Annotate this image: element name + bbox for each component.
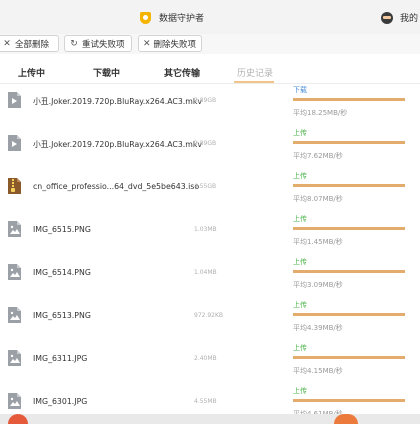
transfer-direction: 上传 — [293, 344, 307, 352]
progress-fill — [293, 356, 405, 359]
transfer-direction: 上传 — [293, 215, 307, 223]
retry-failed-button[interactable]: ↻ 重试失败项 — [64, 35, 132, 52]
active-tab-indicator — [234, 81, 274, 83]
guardian-label: 数据守护者 — [159, 14, 205, 24]
toolbar: ✕ 全部删除 ↻ 重试失败项 ✕ 删除失败项 — [0, 34, 420, 54]
retry-failed-label: 重试失败项 — [82, 39, 125, 50]
avatar-icon — [381, 11, 393, 24]
video-file-icon — [8, 92, 21, 108]
decor-shape — [334, 414, 358, 424]
progress-bar — [293, 227, 405, 230]
file-size: 2.40MB — [194, 355, 217, 362]
progress-bar — [293, 98, 405, 101]
delete-failed-label: 删除失败项 — [153, 39, 197, 50]
progress-fill — [293, 313, 405, 316]
data-guardian-button[interactable]: 数据守护者 — [140, 11, 204, 24]
decor-shape — [8, 414, 28, 424]
file-name: 小丑.Joker.2019.720p.BluRay.x264.AC3.mkv — [33, 97, 203, 106]
title-bar: 数据守护者 我的 — [0, 0, 420, 34]
table-row[interactable]: IMG_6311.JPG 2.40MB 上传平均4.15MB/秒 — [0, 342, 420, 385]
average-speed: 平均18.25MB/秒 — [293, 109, 348, 117]
file-size: 1.04MB — [194, 269, 217, 276]
average-speed: 平均4.15MB/秒 — [293, 367, 343, 375]
file-name: 小丑.Joker.2019.720p.BluRay.x264.AC3.mkv — [33, 140, 203, 149]
tab-uploading[interactable]: 上传中 — [18, 66, 45, 79]
average-speed: 平均4.39MB/秒 — [293, 324, 343, 332]
table-row[interactable]: 小丑.Joker.2019.720p.BluRay.x264.AC3.mkv 2.… — [0, 127, 420, 170]
transfer-direction: 上传 — [293, 301, 307, 309]
transfer-direction: 上传 — [293, 129, 307, 137]
progress-fill — [293, 399, 405, 402]
progress-bar — [293, 356, 405, 359]
file-size: 1.03MB — [194, 226, 217, 233]
file-name: IMG_6515.PNG — [33, 225, 91, 234]
progress-bar — [293, 270, 405, 273]
user-menu[interactable]: 我的 — [381, 11, 418, 24]
archive-file-icon — [8, 178, 21, 194]
progress-fill — [293, 270, 405, 273]
average-speed: 平均3.09MB/秒 — [293, 281, 343, 289]
file-name: IMG_6301.JPG — [33, 397, 88, 406]
average-speed: 平均1.45MB/秒 — [293, 238, 343, 246]
delete-all-button[interactable]: ✕ 全部删除 — [0, 35, 59, 52]
tab-other-transfers[interactable]: 其它传输 — [164, 66, 200, 79]
file-size: 972.92KB — [194, 312, 224, 319]
image-file-icon — [8, 393, 21, 409]
transfer-direction: 上传 — [293, 258, 307, 266]
file-size: 4.55MB — [194, 398, 217, 405]
progress-fill — [293, 227, 405, 230]
image-file-icon — [8, 350, 21, 366]
table-row[interactable]: 小丑.Joker.2019.720p.BluRay.x264.AC3.mkv 2.… — [0, 84, 420, 127]
table-row[interactable]: IMG_6515.PNG 1.03MB 上传平均1.45MB/秒 — [0, 213, 420, 256]
average-speed: 平均7.62MB/秒 — [293, 152, 343, 160]
file-name: IMG_6514.PNG — [33, 268, 91, 277]
close-icon: ✕ — [3, 38, 11, 49]
progress-bar — [293, 141, 405, 144]
progress-fill — [293, 141, 405, 144]
close-icon: ✕ — [143, 38, 151, 49]
file-size: 4.55GB — [194, 183, 217, 190]
transfer-direction: 上传 — [293, 387, 307, 395]
shield-icon — [140, 11, 151, 24]
file-size: 2.89GB — [194, 140, 217, 147]
transfer-direction: 下载 — [293, 86, 307, 94]
file-name: IMG_6311.JPG — [33, 354, 88, 363]
file-list: 小丑.Joker.2019.720p.BluRay.x264.AC3.mkv 2.… — [0, 84, 420, 424]
progress-fill — [293, 184, 405, 187]
file-name: IMG_6513.PNG — [33, 311, 91, 320]
progress-bar — [293, 399, 405, 402]
refresh-icon: ↻ — [70, 38, 78, 49]
image-file-icon — [8, 264, 21, 280]
average-speed: 平均8.07MB/秒 — [293, 195, 343, 203]
progress-bar — [293, 313, 405, 316]
transfer-tabs: 上传中 下载中 其它传输 历史记录 — [0, 62, 420, 84]
user-label: 我的 — [400, 14, 419, 24]
progress-fill — [293, 98, 405, 101]
tab-history[interactable]: 历史记录 — [237, 66, 273, 79]
transfer-direction: 上传 — [293, 172, 307, 180]
image-file-icon — [8, 307, 21, 323]
delete-failed-button[interactable]: ✕ 删除失败项 — [138, 35, 202, 52]
progress-bar — [293, 184, 405, 187]
delete-all-label: 全部删除 — [15, 39, 50, 50]
bottom-strip — [0, 414, 420, 424]
table-row[interactable]: IMG_6513.PNG 972.92KB 上传平均4.39MB/秒 — [0, 299, 420, 342]
file-size: 2.89GB — [194, 97, 217, 104]
table-row[interactable]: IMG_6514.PNG 1.04MB 上传平均3.09MB/秒 — [0, 256, 420, 299]
file-name: cn_office_professio...64_dvd_5e5be643.is… — [33, 182, 200, 191]
table-row[interactable]: cn_office_professio...64_dvd_5e5be643.is… — [0, 170, 420, 213]
tab-downloading[interactable]: 下载中 — [93, 66, 120, 79]
video-file-icon — [8, 135, 21, 151]
image-file-icon — [8, 221, 21, 237]
